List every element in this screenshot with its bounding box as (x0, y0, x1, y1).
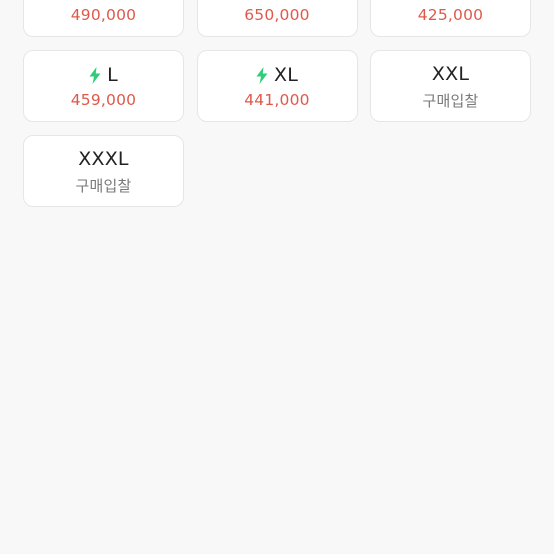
price-label: 650,000 (244, 6, 310, 24)
size-option-xxl[interactable]: XXL 구매입찰 (370, 50, 531, 122)
price-label: 425,000 (417, 6, 484, 24)
size-line: M (433, 0, 468, 2)
size-label: XL (273, 64, 298, 86)
size-option-xxxl[interactable]: XXXL 구매입찰 (23, 135, 184, 207)
size-label: XXL (431, 62, 470, 85)
size-label: XS (91, 0, 116, 1)
price-label: 441,000 (244, 91, 310, 109)
size-option-xl[interactable]: XL 441,000 (196, 50, 358, 122)
purchase-bid-label: 구매입찰 (75, 176, 132, 195)
lightning-bolt-icon (89, 66, 101, 84)
size-label: M (451, 0, 468, 1)
size-line: XXL (432, 62, 469, 86)
size-option-l[interactable]: L 459,000 (23, 50, 184, 122)
size-line: S (262, 0, 292, 2)
size-line: XS (91, 0, 116, 2)
size-line: XL (256, 63, 298, 87)
price-label: 459,000 (70, 91, 137, 109)
size-option-m[interactable]: M 425,000 (370, 0, 531, 37)
size-line: L (89, 63, 118, 87)
purchase-bid-label: 구매입찰 (422, 91, 479, 110)
size-options-grid: XS 490,000 S 650,000 M 425,000 L 459,000 (23, 0, 531, 207)
size-label: S (280, 0, 292, 1)
lightning-bolt-icon (256, 66, 268, 84)
size-label: XXXL (78, 147, 129, 170)
size-label: L (107, 64, 118, 86)
size-line: XXXL (78, 147, 128, 171)
price-label: 490,000 (70, 6, 137, 24)
size-option-xs[interactable]: XS 490,000 (23, 0, 184, 37)
size-option-s[interactable]: S 650,000 (196, 0, 358, 37)
